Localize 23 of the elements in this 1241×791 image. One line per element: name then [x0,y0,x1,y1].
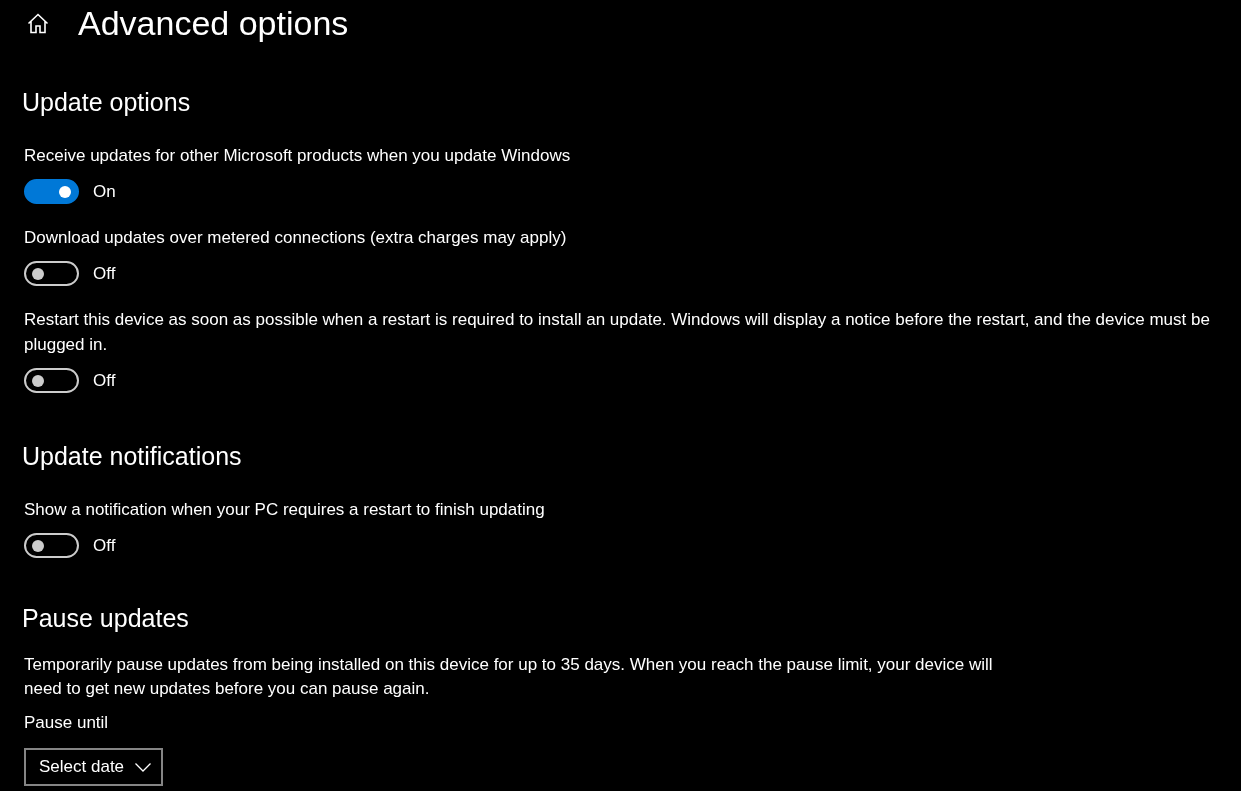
toggle-switch[interactable] [24,179,79,204]
section-heading: Update options [22,87,192,118]
toggle-state-label: Off [93,535,116,557]
toggle-state-label: Off [93,263,116,285]
description-text: Temporarily pause updates from being installed on this device for up to 35 days. When you reach the pause limit, your device will need to get new updates before you can pause again. [24,654,994,700]
setting-label: plugged in. [24,334,109,356]
setting-label: Show a notification when your PC requires a restart to finish updating [24,499,546,521]
section-heading: Pause updates [22,603,190,634]
toggle-switch[interactable] [24,368,79,393]
setting-label: Restart this device as soon as possible when a restart is required to install an update. Windows will display a notice before the restart, and the device must be [24,309,1211,331]
toggle-state-label: On [93,181,116,203]
setting-label: Receive updates for other Microsoft products when you update Windows [24,145,572,167]
toggle-state-label: Off [93,370,116,392]
setting-label: Download updates over metered connections (extra charges may apply) [24,227,568,249]
toggle-switch[interactable] [24,533,79,558]
toggle-switch[interactable] [24,261,79,286]
field-label: Pause until [24,712,110,734]
page-title: Advanced options [78,3,349,43]
home-button[interactable] [27,12,49,34]
home-icon [27,12,49,34]
date-dropdown[interactable]: Select date [24,748,164,786]
section-heading: Update notifications [22,441,243,472]
chevron-down-icon [135,762,152,772]
